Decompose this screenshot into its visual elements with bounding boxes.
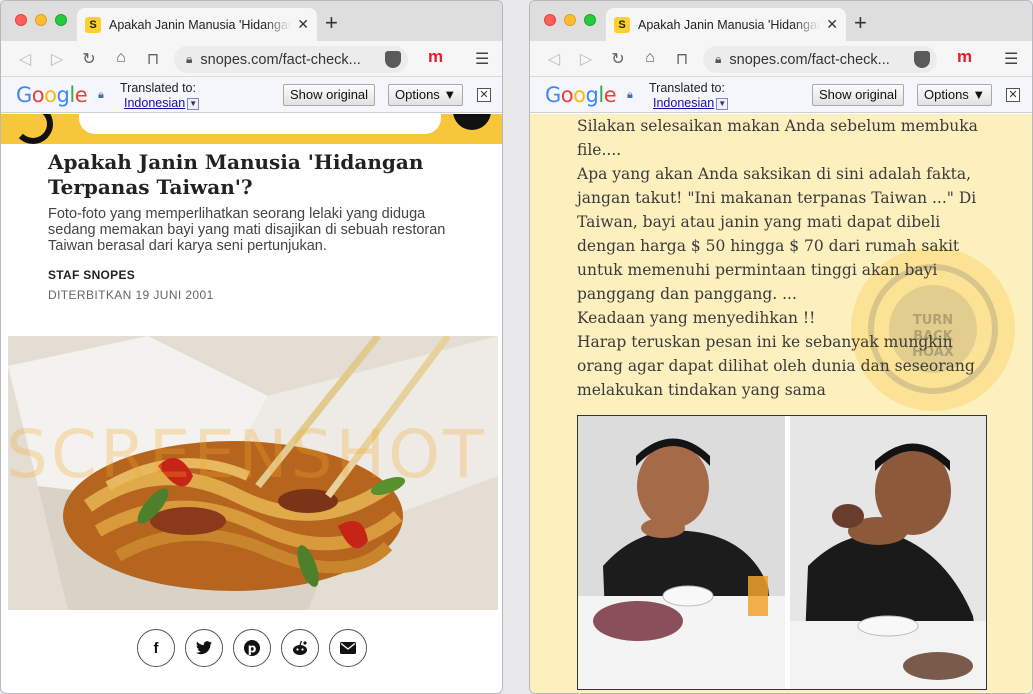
article-header: Apakah Janin Manusia 'Hidangan Terpanas … xyxy=(1,144,502,302)
translate-close-icon[interactable]: ✕ xyxy=(477,88,491,102)
menu-icon[interactable]: ☰ xyxy=(475,49,489,69)
extension-m-icon[interactable]: m xyxy=(428,47,443,67)
article-author[interactable]: STAF SNOPES xyxy=(48,268,502,282)
post-paragraph: Silakan selesaikan makan Anda sebelum me… xyxy=(577,117,978,159)
language-value: Indonesian xyxy=(124,96,186,110)
post-paragraph: Harap teruskan pesan ini ke sebanyak mun… xyxy=(577,333,975,399)
post-photo xyxy=(577,415,987,690)
language-value: Indonesian xyxy=(653,96,715,110)
address-bar[interactable]: 🔒︎ snopes.com/fact-check... xyxy=(703,46,937,73)
close-window-button[interactable] xyxy=(15,14,27,26)
browser-toolbar: ◁ ▷ ↻ ⌂ ⊓ 🔒︎ snopes.com/fact-check... m … xyxy=(1,41,502,77)
zoom-window-button[interactable] xyxy=(55,14,67,26)
zoom-window-button[interactable] xyxy=(584,14,596,26)
forward-icon[interactable]: ▷ xyxy=(576,49,596,69)
close-window-button[interactable] xyxy=(544,14,556,26)
url-text: snopes.com/fact-check... xyxy=(729,51,890,68)
menu-icon[interactable]: ☰ xyxy=(1004,49,1018,69)
article-date: DITERBITKAN 19 JUNI 2001 xyxy=(48,288,214,302)
url-text: snopes.com/fact-check... xyxy=(200,51,361,68)
title-bar: S Apakah Janin Manusia 'Hidangan Terpana… xyxy=(530,1,1032,41)
forward-icon[interactable]: ▷ xyxy=(47,49,67,69)
new-tab-icon[interactable]: + xyxy=(325,10,338,36)
post-paragraph: Keadaan yang menyedihkan !! xyxy=(577,309,816,327)
minimize-window-button[interactable] xyxy=(564,14,576,26)
svg-text:p: p xyxy=(248,642,257,656)
options-button[interactable]: Options ▼ xyxy=(917,84,993,106)
translate-lock-icon: 🔒︎ xyxy=(627,89,633,101)
show-original-button[interactable]: Show original xyxy=(283,84,376,106)
reload-icon[interactable]: ↻ xyxy=(608,49,628,69)
browser-toolbar: ◁ ▷ ↻ ⌂ ⊓ 🔒︎ snopes.com/fact-check... m … xyxy=(530,41,1032,77)
browser-tab[interactable]: S Apakah Janin Manusia 'Hidangan Terpana… xyxy=(606,8,846,41)
translate-close-icon[interactable]: ✕ xyxy=(1006,88,1020,102)
post-text: Silakan selesaikan makan Anda sebelum me… xyxy=(577,114,997,402)
bookmark-icon[interactable]: ⊓ xyxy=(143,49,163,69)
tab-close-icon[interactable]: ✕ xyxy=(297,16,309,33)
snopes-header xyxy=(1,114,502,144)
account-avatar[interactable] xyxy=(453,114,491,130)
bookmark-icon[interactable]: ⊓ xyxy=(672,49,692,69)
extension-m-icon[interactable]: m xyxy=(957,47,972,67)
back-icon[interactable]: ◁ xyxy=(15,49,35,69)
minimize-window-button[interactable] xyxy=(35,14,47,26)
title-bar: S Apakah Janin Manusia 'Hidangan Terpana… xyxy=(1,1,502,41)
page-content: TURN BACK HOAX Silakan selesaikan makan … xyxy=(530,114,1032,693)
post-paragraph: Apa yang akan Anda saksikan di sini adal… xyxy=(577,165,977,303)
lock-icon: 🔒︎ xyxy=(715,52,722,66)
snopes-favicon-icon: S xyxy=(614,16,630,33)
browser-window-left: S Apakah Janin Manusia 'Hidangan Terpana… xyxy=(0,0,503,694)
snopes-logo[interactable] xyxy=(13,114,53,144)
snopes-favicon-icon: S xyxy=(85,16,101,33)
dropdown-arrow-icon[interactable]: ▼ xyxy=(716,97,729,110)
screenshot-watermark: SCREENSHOT BY xyxy=(6,416,502,493)
browser-window-right: S Apakah Janin Manusia 'Hidangan Terpana… xyxy=(529,0,1033,694)
tab-close-icon[interactable]: ✕ xyxy=(826,16,838,33)
email-icon[interactable] xyxy=(329,629,367,667)
twitter-icon[interactable] xyxy=(185,629,223,667)
home-icon[interactable]: ⌂ xyxy=(640,49,660,67)
dropdown-arrow-icon[interactable]: ▼ xyxy=(187,97,200,110)
translated-to-label: Translated to: xyxy=(120,81,196,95)
tab-title: Apakah Janin Manusia 'Hidangan Terpanas … xyxy=(638,17,821,32)
translated-to-label: Translated to: xyxy=(649,81,725,95)
address-bar[interactable]: 🔒︎ snopes.com/fact-check... xyxy=(174,46,408,73)
page-content: Apakah Janin Manusia 'Hidangan Terpanas … xyxy=(1,114,502,693)
reload-icon[interactable]: ↻ xyxy=(79,49,99,69)
translate-lock-icon: 🔒︎ xyxy=(98,89,104,101)
pinterest-icon[interactable]: p xyxy=(233,629,271,667)
site-search-input[interactable] xyxy=(79,114,441,134)
tab-title: Apakah Janin Manusia 'Hidangan Terpanas … xyxy=(109,17,292,32)
google-translate-bar: Google 🔒︎ Translated to: Indonesian ▼ Sho… xyxy=(530,77,1032,113)
article-title: Apakah Janin Manusia 'Hidangan Terpanas … xyxy=(48,150,424,199)
article-subtitle: Foto-foto yang memperlihatkan seorang le… xyxy=(48,206,446,254)
facebook-icon[interactable]: f xyxy=(137,629,175,667)
home-icon[interactable]: ⌂ xyxy=(111,49,131,67)
lock-icon: 🔒︎ xyxy=(186,52,193,66)
brave-shield-icon[interactable] xyxy=(914,51,930,68)
language-select[interactable]: Indonesian ▼ xyxy=(124,96,200,110)
show-original-button[interactable]: Show original xyxy=(812,84,905,106)
language-select[interactable]: Indonesian ▼ xyxy=(653,96,729,110)
browser-tab[interactable]: S Apakah Janin Manusia 'Hidangan Terpana… xyxy=(77,8,317,41)
options-button[interactable]: Options ▼ xyxy=(388,84,464,106)
reddit-icon[interactable] xyxy=(281,629,319,667)
brave-shield-icon[interactable] xyxy=(385,51,401,68)
back-icon[interactable]: ◁ xyxy=(544,49,564,69)
google-translate-bar: Google 🔒︎ Translated to: Indonesian ▼ Sho… xyxy=(1,77,502,113)
google-logo: Google xyxy=(545,83,617,107)
share-buttons: f p xyxy=(137,629,367,667)
new-tab-icon[interactable]: + xyxy=(854,10,867,36)
google-logo: Google xyxy=(16,83,88,107)
